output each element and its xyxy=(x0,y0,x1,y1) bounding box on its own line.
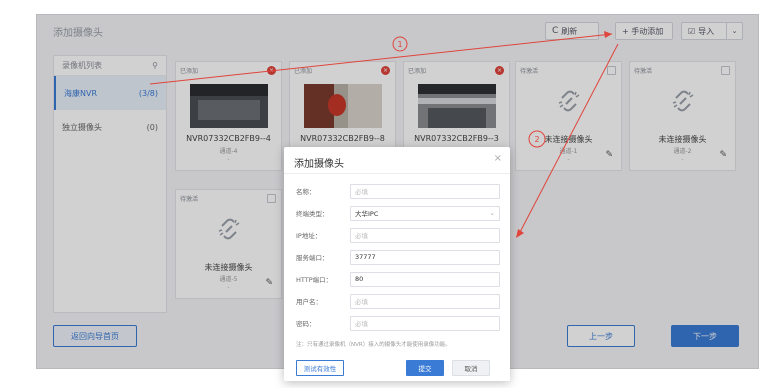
ip-label: IP地址： xyxy=(296,232,322,240)
chevron-down-icon: ⌄ xyxy=(489,209,495,217)
test-validity-button[interactable]: 测试有效性 xyxy=(296,360,344,376)
terminal-type-select[interactable]: 大华IPC ⌄ xyxy=(350,205,500,221)
service-port-row: 服务端口： 37777 xyxy=(296,249,500,265)
password-row: 密码： 必填 xyxy=(296,315,500,331)
username-row: 用户名： 必填 xyxy=(296,293,500,309)
service-port-field[interactable]: 37777 xyxy=(350,249,500,265)
ip-row: IP地址： 必填 xyxy=(296,227,500,243)
http-port-row: HTTP端口： 80 xyxy=(296,271,500,287)
dialog-title: 添加摄像头 xyxy=(294,159,344,170)
close-icon[interactable]: × xyxy=(494,153,502,164)
terminal-type-value: 大华IPC xyxy=(355,210,379,218)
http-port-label: HTTP端口： xyxy=(296,276,333,284)
terminal-type-label: 终端类型： xyxy=(296,210,329,218)
ip-field[interactable]: 必填 xyxy=(350,227,500,243)
add-camera-dialog: 添加摄像头 × 名称： 必填 终端类型： 大华IPC ⌄ IP地址： 必填 服务… xyxy=(284,147,510,381)
name-row: 名称： 必填 xyxy=(296,183,500,199)
terminal-type-row: 终端类型： 大华IPC ⌄ xyxy=(296,205,500,221)
name-field[interactable]: 必填 xyxy=(350,183,500,199)
service-port-label: 服务端口： xyxy=(296,254,329,262)
submit-button[interactable]: 提交 xyxy=(406,360,444,376)
dialog-note: 注：只有通过录像机（NVR）接入的摄像头才能使用录像功能。 xyxy=(296,342,451,348)
divider xyxy=(284,173,510,174)
password-label: 密码： xyxy=(296,320,316,328)
username-label: 用户名： xyxy=(296,298,322,306)
http-port-field[interactable]: 80 xyxy=(350,271,500,287)
name-label: 名称： xyxy=(296,188,316,196)
cancel-button[interactable]: 取消 xyxy=(452,360,490,376)
username-field[interactable]: 必填 xyxy=(350,293,500,309)
password-field[interactable]: 必填 xyxy=(350,315,500,331)
